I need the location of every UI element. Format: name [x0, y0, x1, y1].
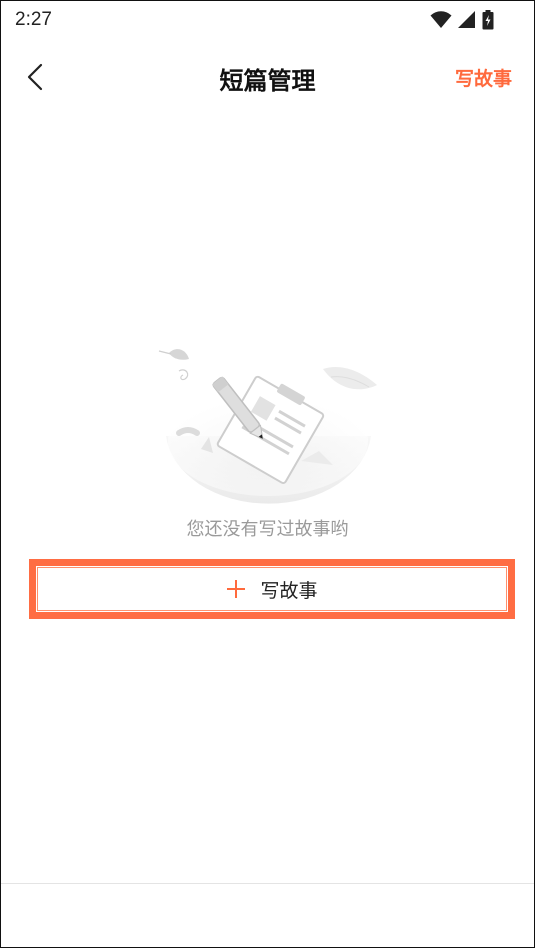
cellular-signal-icon [458, 11, 476, 33]
status-icons [430, 10, 494, 34]
write-story-button[interactable]: 写故事 [37, 567, 507, 611]
battery-charging-icon [482, 10, 494, 34]
write-story-header-button[interactable]: 写故事 [455, 64, 512, 91]
plus-icon [226, 579, 246, 599]
header: 短篇管理 写故事 [1, 49, 534, 105]
bottom-divider [1, 883, 534, 884]
write-story-button-label: 写故事 [260, 579, 318, 602]
status-time: 2:27 [15, 9, 52, 30]
app-screen: 2:27 短篇管理 写故事 您还没有写过故事哟 写故事 [0, 0, 535, 948]
empty-state-message: 您还没有写过故事哟 [186, 519, 349, 540]
status-bar: 2:27 [1, 1, 534, 41]
empty-manuscript-illustration [151, 341, 386, 513]
wifi-icon [430, 11, 452, 33]
